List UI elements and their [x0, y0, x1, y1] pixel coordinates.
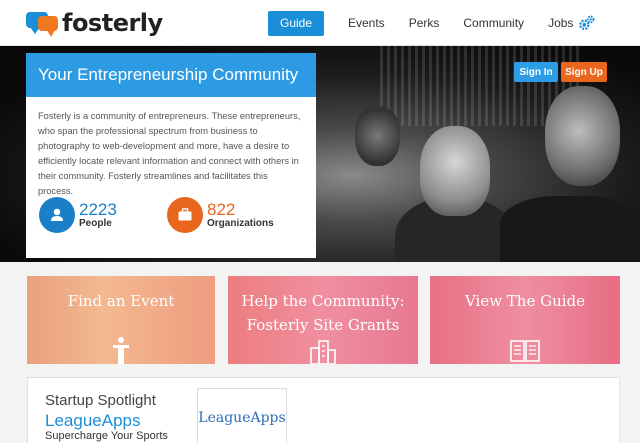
nav-perks[interactable]: Perks [409, 16, 440, 30]
site-grants-title-line2: Fosterly Site Grants [246, 316, 400, 334]
fosterly-logo[interactable]: fosterly [26, 9, 163, 37]
site-grants-tile[interactable]: Help the Community: Fosterly Site Grants [228, 276, 418, 364]
startup-spotlight: Startup Spotlight LeagueApps Supercharge… [27, 377, 620, 443]
spotlight-label: Startup Spotlight [45, 392, 156, 409]
spotlight-tagline: Supercharge Your Sports [45, 430, 168, 442]
gear-icon[interactable] [578, 14, 596, 32]
view-guide-tile[interactable]: View The Guide [430, 276, 620, 364]
nav-community[interactable]: Community [463, 16, 524, 30]
spotlight-company-name[interactable]: LeagueApps [45, 411, 140, 431]
podium-icon [113, 337, 129, 364]
briefcase-icon [167, 197, 203, 233]
buildings-icon [310, 340, 336, 364]
nav-events[interactable]: Events [348, 16, 385, 30]
view-guide-title: View The Guide [464, 292, 586, 310]
people-stat[interactable]: 2223 People [39, 197, 117, 233]
nav-guide[interactable]: Guide [268, 10, 324, 36]
site-grants-title-line1: Help the Community: [241, 292, 405, 310]
main-nav: Guide Events Perks Community Jobs [268, 10, 573, 36]
top-header: fosterly Guide Events Perks Community Jo… [0, 0, 640, 46]
community-card: Your Entrepreneurship Community Fosterly… [26, 53, 316, 258]
organizations-label: Organizations [207, 218, 274, 229]
leagueapps-logo[interactable]: LeagueApps [197, 388, 287, 443]
people-label: People [79, 218, 112, 229]
community-description: Fosterly is a community of entrepreneurs… [38, 111, 301, 196]
organizations-count: 822 [207, 200, 236, 219]
chat-bubbles-icon [26, 10, 60, 37]
book-icon [510, 340, 540, 362]
organizations-stat[interactable]: 822 Organizations [167, 197, 274, 233]
nav-jobs[interactable]: Jobs [548, 16, 573, 30]
sign-in-button[interactable]: Sign In [514, 62, 558, 82]
people-count: 2223 [79, 200, 117, 219]
page: fosterly Guide Events Perks Community Jo… [0, 0, 640, 443]
community-card-title: Your Entrepreneurship Community [26, 53, 316, 97]
sign-up-button[interactable]: Sign Up [561, 62, 607, 82]
find-event-title: Find an Event [67, 292, 175, 310]
find-event-tile[interactable]: Find an Event [27, 276, 215, 364]
person-icon [39, 197, 75, 233]
logo-text: fosterly [62, 9, 163, 37]
